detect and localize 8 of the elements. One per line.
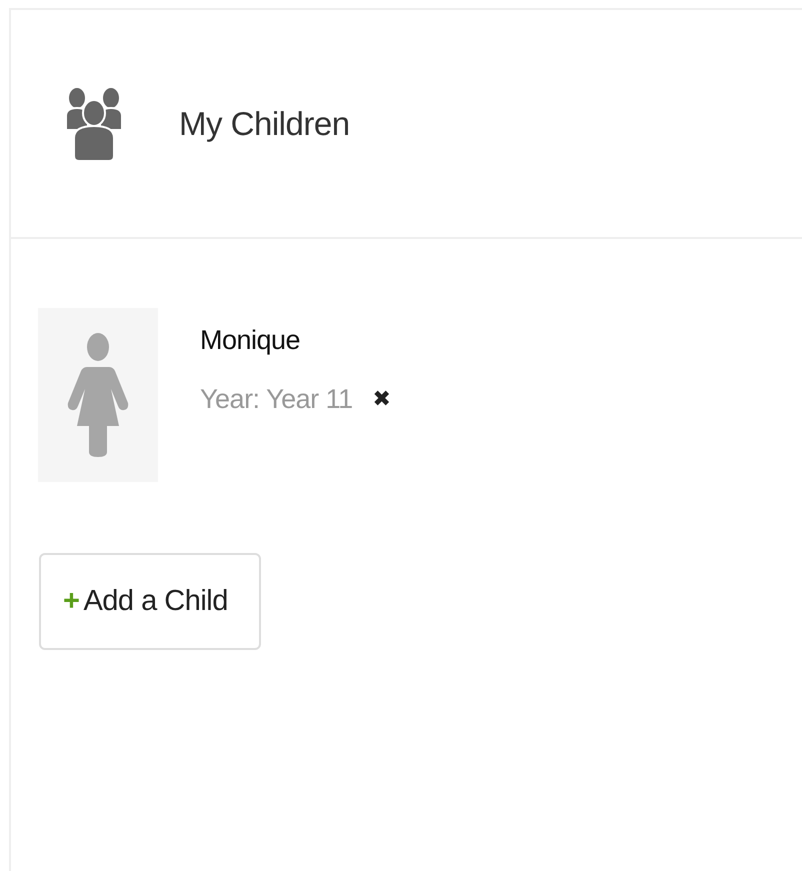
child-year: Year: Year 11 <box>200 382 353 416</box>
child-name: Monique <box>200 324 302 357</box>
female-figure-icon <box>67 333 129 457</box>
remove-button[interactable]: ✖ <box>372 388 391 410</box>
add-child-button[interactable]: +Add a Child <box>39 553 261 650</box>
page-title: My Children <box>179 104 350 144</box>
plus-icon: + <box>63 580 80 624</box>
group-icon <box>65 86 123 162</box>
